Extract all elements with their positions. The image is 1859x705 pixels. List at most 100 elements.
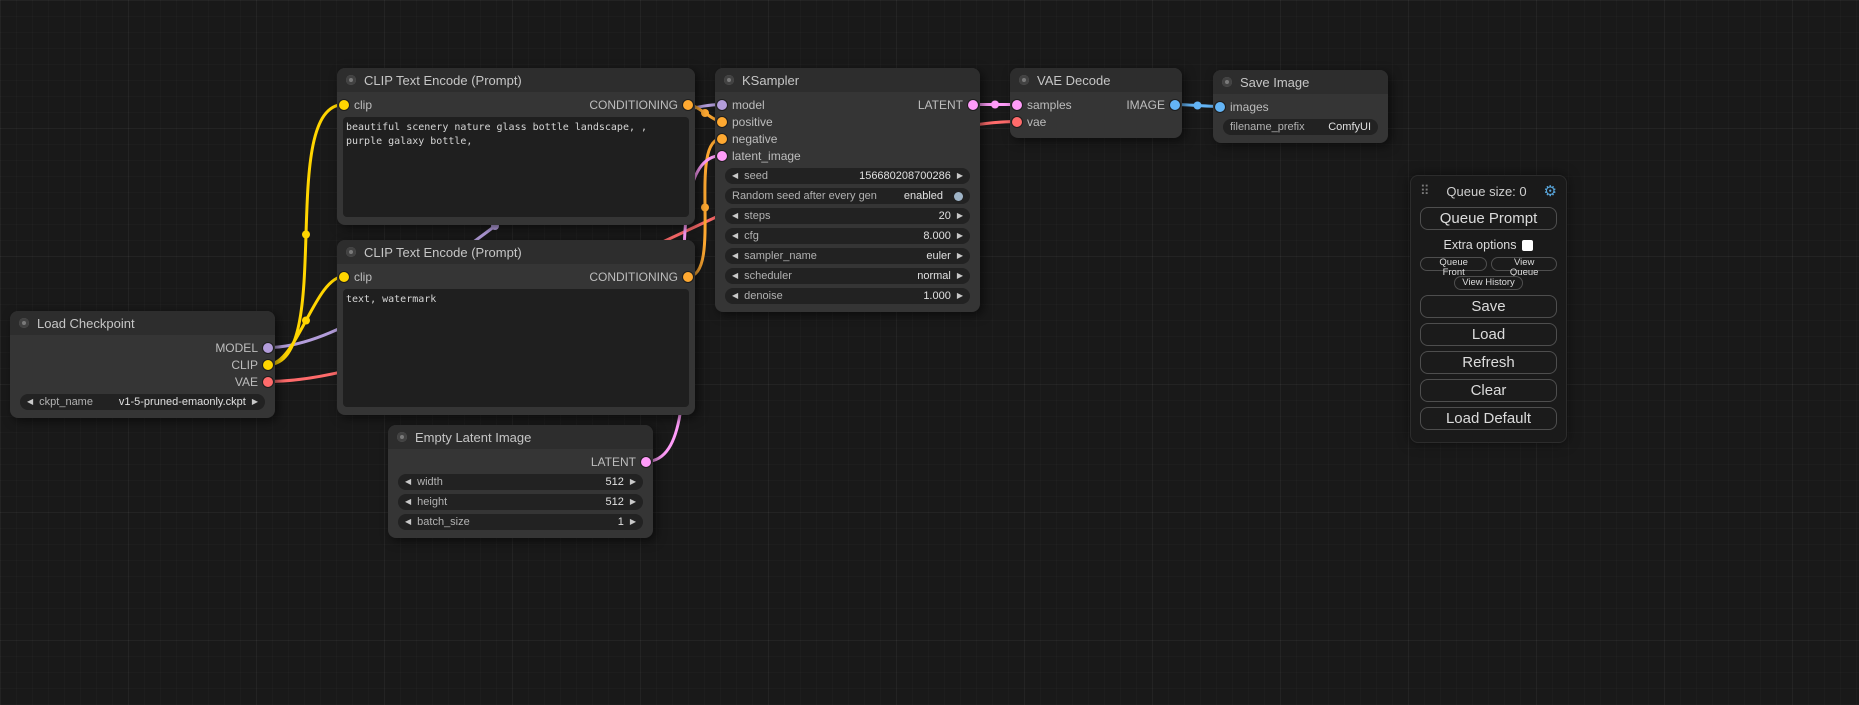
widget-random-seed-toggle[interactable]: Random seed after every gen enabled	[725, 188, 970, 204]
increment-arrow-icon[interactable]: ▶	[630, 478, 636, 486]
increment-arrow-icon[interactable]: ▶	[957, 212, 963, 220]
widget-cfg[interactable]: ◀ cfg 8.000 ▶	[725, 228, 970, 244]
widget-ckpt-name[interactable]: ◀ ckpt_name v1-5-pruned-emaonly.ckpt ▶	[20, 394, 265, 410]
input-slot-clip[interactable]: clip	[339, 270, 372, 284]
increment-arrow-icon[interactable]: ▶	[252, 398, 258, 406]
widget-seed[interactable]: ◀ seed 156680208700286 ▶	[725, 168, 970, 184]
collapse-dot-icon[interactable]	[19, 318, 29, 328]
node-empty-latent-image[interactable]: Empty Latent Image LATENT ◀ width 512 ▶ …	[388, 425, 653, 538]
comfy-menu-panel[interactable]: ⠿ Queue size: 0 ⚙ Queue Prompt Extra opt…	[1410, 175, 1567, 443]
input-slot-samples[interactable]: samples	[1012, 98, 1072, 112]
slot-dot-conditioning[interactable]	[683, 100, 693, 110]
output-slot-image[interactable]: IMAGE	[1126, 98, 1180, 112]
input-slot-latent-image[interactable]: latent_image	[717, 149, 801, 163]
decrement-arrow-icon[interactable]: ◀	[732, 292, 738, 300]
collapse-dot-icon[interactable]	[1019, 75, 1029, 85]
input-slot-negative[interactable]: negative	[717, 132, 777, 146]
output-slot-conditioning[interactable]: CONDITIONING	[589, 270, 693, 284]
output-slot-conditioning[interactable]: CONDITIONING	[589, 98, 693, 112]
output-slot-model[interactable]: MODEL	[215, 341, 273, 355]
decrement-arrow-icon[interactable]: ◀	[27, 398, 33, 406]
settings-gear-icon[interactable]: ⚙	[1544, 184, 1557, 199]
queue-front-button[interactable]: Queue Front	[1420, 257, 1487, 271]
collapse-dot-icon[interactable]	[346, 75, 356, 85]
slot-dot-vae[interactable]	[1012, 117, 1022, 127]
decrement-arrow-icon[interactable]: ◀	[732, 172, 738, 180]
node-ksampler[interactable]: KSampler model LATENT positive negative	[715, 68, 980, 312]
output-slot-latent[interactable]: LATENT	[918, 98, 978, 112]
increment-arrow-icon[interactable]: ▶	[957, 232, 963, 240]
node-header[interactable]: Empty Latent Image	[388, 425, 653, 449]
slot-dot-model[interactable]	[717, 100, 727, 110]
output-slot-clip[interactable]: CLIP	[231, 358, 273, 372]
view-history-button[interactable]: View History	[1454, 276, 1523, 290]
widget-sampler-name[interactable]: ◀ sampler_name euler ▶	[725, 248, 970, 264]
node-header[interactable]: CLIP Text Encode (Prompt)	[337, 240, 695, 264]
decrement-arrow-icon[interactable]: ◀	[732, 252, 738, 260]
widget-denoise[interactable]: ◀ denoise 1.000 ▶	[725, 288, 970, 304]
node-header[interactable]: CLIP Text Encode (Prompt)	[337, 68, 695, 92]
collapse-dot-icon[interactable]	[1222, 77, 1232, 87]
slot-dot-positive[interactable]	[717, 117, 727, 127]
refresh-button[interactable]: Refresh	[1420, 351, 1557, 374]
slot-dot-latent[interactable]	[968, 100, 978, 110]
slot-dot-latent[interactable]	[641, 457, 651, 467]
widget-height[interactable]: ◀ height 512 ▶	[398, 494, 643, 510]
slot-dot-samples[interactable]	[1012, 100, 1022, 110]
queue-prompt-button[interactable]: Queue Prompt	[1420, 207, 1557, 230]
increment-arrow-icon[interactable]: ▶	[630, 498, 636, 506]
slot-dot-clip[interactable]	[339, 100, 349, 110]
node-header[interactable]: KSampler	[715, 68, 980, 92]
load-default-button[interactable]: Load Default	[1420, 407, 1557, 430]
collapse-dot-icon[interactable]	[397, 432, 407, 442]
decrement-arrow-icon[interactable]: ◀	[732, 212, 738, 220]
decrement-arrow-icon[interactable]: ◀	[732, 272, 738, 280]
input-slot-clip[interactable]: clip	[339, 98, 372, 112]
decrement-arrow-icon[interactable]: ◀	[405, 498, 411, 506]
decrement-arrow-icon[interactable]: ◀	[405, 518, 411, 526]
increment-arrow-icon[interactable]: ▶	[957, 272, 963, 280]
node-header[interactable]: Save Image	[1213, 70, 1388, 94]
extra-options-checkbox[interactable]	[1522, 240, 1533, 251]
collapse-dot-icon[interactable]	[724, 75, 734, 85]
collapse-dot-icon[interactable]	[346, 247, 356, 257]
load-button[interactable]: Load	[1420, 323, 1557, 346]
clear-button[interactable]: Clear	[1420, 379, 1557, 402]
widget-width[interactable]: ◀ width 512 ▶	[398, 474, 643, 490]
increment-arrow-icon[interactable]: ▶	[630, 518, 636, 526]
input-slot-positive[interactable]: positive	[717, 115, 773, 129]
input-slot-images[interactable]: images	[1215, 100, 1269, 114]
node-save-image[interactable]: Save Image images filename_prefix ComfyU…	[1213, 70, 1388, 143]
toggle-dot-icon[interactable]	[954, 192, 963, 201]
drag-handle-icon[interactable]: ⠿	[1420, 183, 1430, 199]
increment-arrow-icon[interactable]: ▶	[957, 252, 963, 260]
widget-steps[interactable]: ◀ steps 20 ▶	[725, 208, 970, 224]
widget-batch-size[interactable]: ◀ batch_size 1 ▶	[398, 514, 643, 530]
slot-dot-conditioning[interactable]	[683, 272, 693, 282]
node-header[interactable]: VAE Decode	[1010, 68, 1182, 92]
negative-prompt-textarea[interactable]: text, watermark	[343, 289, 689, 407]
widget-scheduler[interactable]: ◀ scheduler normal ▶	[725, 268, 970, 284]
slot-dot-images[interactable]	[1215, 102, 1225, 112]
input-slot-model[interactable]: model	[717, 98, 765, 112]
decrement-arrow-icon[interactable]: ◀	[405, 478, 411, 486]
node-header[interactable]: Load Checkpoint	[10, 311, 275, 335]
node-clip-text-encode-negative[interactable]: CLIP Text Encode (Prompt) clip CONDITION…	[337, 240, 695, 415]
node-vae-decode[interactable]: VAE Decode samples IMAGE vae	[1010, 68, 1182, 138]
input-slot-vae[interactable]: vae	[1012, 115, 1046, 129]
view-queue-button[interactable]: View Queue	[1491, 257, 1557, 271]
slot-dot-negative[interactable]	[717, 134, 727, 144]
slot-dot-clip[interactable]	[339, 272, 349, 282]
slot-dot-image[interactable]	[1170, 100, 1180, 110]
save-button[interactable]: Save	[1420, 295, 1557, 318]
decrement-arrow-icon[interactable]: ◀	[732, 232, 738, 240]
slot-dot-clip[interactable]	[263, 360, 273, 370]
widget-filename-prefix[interactable]: filename_prefix ComfyUI	[1223, 119, 1378, 135]
output-slot-vae[interactable]: VAE	[235, 375, 273, 389]
slot-dot-vae[interactable]	[263, 377, 273, 387]
positive-prompt-textarea[interactable]: beautiful scenery nature glass bottle la…	[343, 117, 689, 217]
output-slot-latent[interactable]: LATENT	[591, 455, 651, 469]
node-load-checkpoint[interactable]: Load Checkpoint MODEL CLIP VAE ◀ ckpt_na…	[10, 311, 275, 418]
increment-arrow-icon[interactable]: ▶	[957, 172, 963, 180]
node-clip-text-encode-positive[interactable]: CLIP Text Encode (Prompt) clip CONDITION…	[337, 68, 695, 225]
